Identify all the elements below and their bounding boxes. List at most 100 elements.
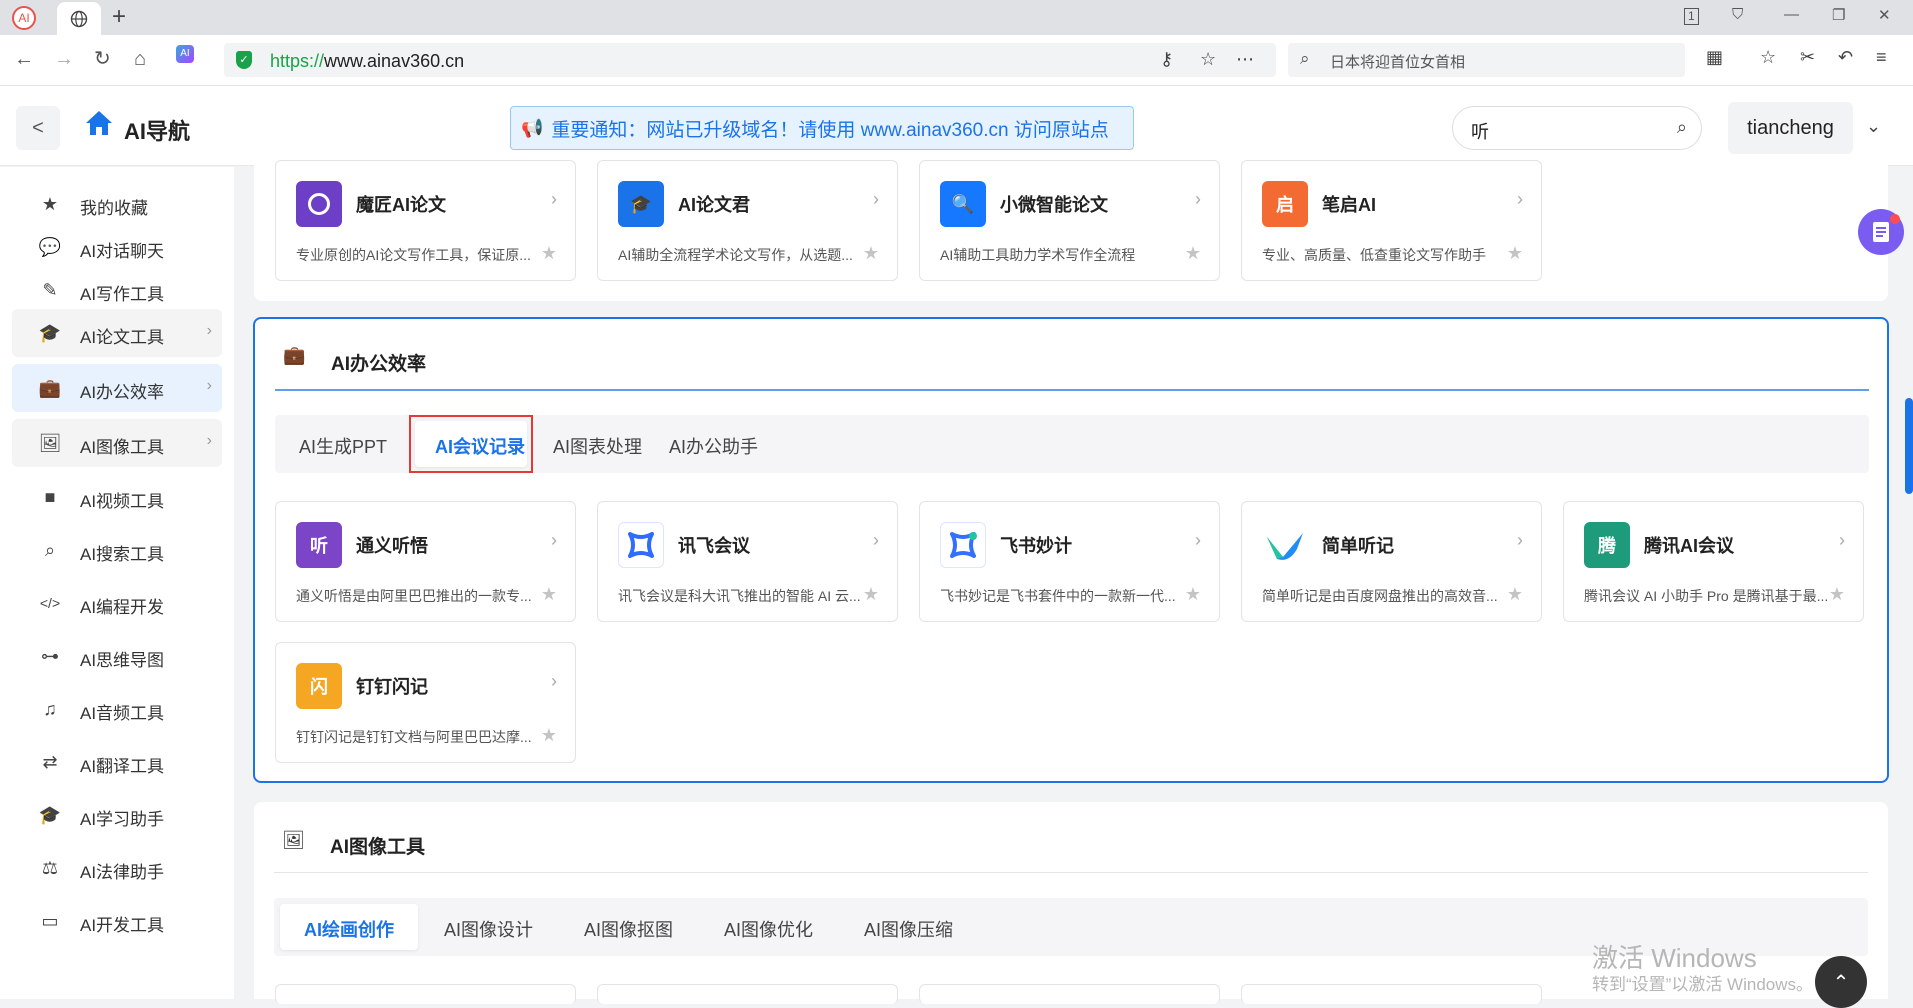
tab-ai-meeting[interactable]: AI会议记录 <box>435 433 525 459</box>
key-icon[interactable]: ⚷ <box>1160 49 1173 70</box>
favorite-star-icon[interactable]: ★ <box>863 584 879 605</box>
tool-name: 笔启AI <box>1322 195 1376 215</box>
menu-icon[interactable]: ≡ <box>1876 47 1887 68</box>
tab-ai-image-design[interactable]: AI图像设计 <box>444 916 533 942</box>
tool-card[interactable]: 🎓 AI论文君 › AI辅助全流程学术论文写作，从选题... ★ <box>597 160 898 281</box>
bookmark-star-icon[interactable]: ☆ <box>1200 49 1216 70</box>
tool-desc: 腾讯会议 AI 小助手 Pro 是腾讯基于最... <box>1584 588 1829 604</box>
tab-ai-compress[interactable]: AI图像压缩 <box>864 916 953 942</box>
tool-card[interactable]: 魔匠AI论文 › 专业原创的AI论文写作工具，保证原... ★ <box>275 160 576 281</box>
tool-card[interactable]: 闪 钉钉闪记 › 钉钉闪记是钉钉文档与阿里巴巴达摩... ★ <box>275 642 576 763</box>
sidebar-item-office[interactable]: 💼 AI办公效率 › <box>12 364 222 412</box>
search-icon: ⌕ <box>44 539 56 560</box>
search-icon[interactable]: ⌕ <box>1677 117 1687 138</box>
tab-ai-chart[interactable]: AI图表处理 <box>553 433 642 459</box>
sidebar-item-audio[interactable]: ♫ AI音频工具 <box>12 685 222 733</box>
browser-search-box[interactable]: ⌕ 日本将迎首位女首相 <box>1288 43 1685 77</box>
tool-name: 通义听悟 <box>356 536 428 556</box>
tool-card[interactable]: 简单听记 › 简单听记是由百度网盘推出的高效音... ★ <box>1241 501 1542 622</box>
tab-ai-painting[interactable]: AI绘画创作 <box>304 916 394 942</box>
undo-icon[interactable]: ↶ <box>1838 47 1853 68</box>
chevron-down-icon[interactable]: ⌄ <box>1866 116 1881 137</box>
chevron-right-icon: › <box>873 530 879 550</box>
forward-arrow-icon[interactable]: → <box>54 48 74 70</box>
tool-name: 小微智能论文 <box>1000 195 1108 215</box>
notice-banner[interactable]: 📢 重要通知：网站已升级域名！请使用 www.ainav360.cn 访问原站点 <box>510 106 1134 150</box>
xunfei-logo-icon <box>628 532 654 558</box>
sidebar-item-translate[interactable]: ⇄ AI翻译工具 <box>12 738 222 786</box>
favorite-star-icon[interactable]: ★ <box>541 243 557 264</box>
tab-ai-cutout[interactable]: AI图像抠图 <box>584 916 673 942</box>
scrollbar-thumb[interactable] <box>1905 398 1913 494</box>
tool-desc: 通义听悟是由阿里巴巴推出的一款专... <box>296 588 532 604</box>
tool-card[interactable]: 启 笔启AI › 专业、高质量、低查重论文写作助手 ★ <box>1241 160 1542 281</box>
sidebar-item-search[interactable]: ⌕ AI搜索工具 <box>12 526 222 574</box>
new-tab-button[interactable]: + <box>112 4 126 30</box>
sidebar-item-paper[interactable]: 🎓 AI论文工具 › <box>12 309 222 357</box>
browser-tab[interactable] <box>57 2 101 35</box>
favorite-star-icon[interactable]: ★ <box>1829 584 1845 605</box>
tool-card[interactable] <box>919 984 1220 1004</box>
sidebar-item-devtools[interactable]: ▭ AI开发工具 <box>12 897 222 945</box>
sidebar-item-learning[interactable]: 🎓 AI学习助手 <box>12 791 222 839</box>
tool-card[interactable]: 飞书妙计 › 飞书妙记是飞书套件中的一款新一代... ★ <box>919 501 1220 622</box>
favorite-star-icon[interactable]: ★ <box>863 243 879 264</box>
ai-extension-icon[interactable]: AI <box>176 45 194 63</box>
back-arrow-icon[interactable]: ← <box>14 48 34 70</box>
scissors-icon[interactable]: ✂ <box>1800 47 1815 68</box>
tab-count-icon[interactable]: 1 <box>1684 8 1699 25</box>
tool-card[interactable] <box>275 984 576 1004</box>
tool-desc: AI辅助工具助力学术写作全流程 <box>940 247 1136 263</box>
tool-logo: 腾 <box>1584 522 1630 568</box>
tool-card[interactable]: 听 通义听悟 › 通义听悟是由阿里巴巴推出的一款专... ★ <box>275 501 576 622</box>
maximize-button[interactable]: ❐ <box>1832 6 1845 24</box>
favorite-star-icon[interactable]: ★ <box>1507 243 1523 264</box>
sidebar-item-label: AI学习助手 <box>80 810 165 829</box>
sidebar-item-video[interactable]: ■ AI视频工具 <box>12 473 222 521</box>
tab-ai-office-assistant[interactable]: AI办公助手 <box>669 433 758 459</box>
tool-card[interactable] <box>1241 984 1542 1004</box>
minimize-button[interactable]: — <box>1784 6 1799 23</box>
back-to-top-button[interactable]: ⌃ <box>1815 956 1867 1008</box>
tab-ai-ppt[interactable]: AI生成PPT <box>299 433 387 459</box>
site-search-input[interactable]: 听 ⌕ <box>1452 106 1702 150</box>
sidebar-item-chat[interactable]: 💬 AI对话聊天 <box>12 223 222 271</box>
graduation-cap-icon: 🎓 <box>38 322 62 343</box>
shirt-icon[interactable]: ⛉ <box>1732 6 1743 23</box>
favorite-star-icon[interactable]: ★ <box>541 725 557 746</box>
tool-card[interactable]: 🔍 小微智能论文 › AI辅助工具助力学术写作全流程 ★ <box>919 160 1220 281</box>
favorite-star-icon[interactable]: ★ <box>1185 584 1201 605</box>
favorites-icon[interactable]: ☆ <box>1760 47 1776 68</box>
tool-card[interactable] <box>597 984 898 1004</box>
tool-card[interactable]: 讯飞会议 › 讯飞会议是科大讯飞推出的智能 AI 云... ★ <box>597 501 898 622</box>
home-icon[interactable]: ⌂ <box>134 48 146 70</box>
chevron-right-icon: › <box>1195 189 1201 209</box>
tool-logo <box>940 522 986 568</box>
sidebar-item-favorites[interactable]: ★ 我的收藏 <box>12 180 222 228</box>
sidebar-item-label: AI对话聊天 <box>80 242 165 261</box>
more-icon[interactable]: ⋯ <box>1236 49 1254 70</box>
tool-card[interactable]: 腾 腾讯AI会议 › 腾讯会议 AI 小助手 Pro 是腾讯基于最... ★ <box>1563 501 1864 622</box>
reload-icon[interactable]: ↻ <box>94 48 111 70</box>
jiandan-logo-icon <box>1267 533 1303 560</box>
favorite-star-icon[interactable]: ★ <box>541 584 557 605</box>
apps-grid-icon[interactable]: ▦ <box>1706 47 1723 68</box>
chevron-right-icon: › <box>206 432 212 449</box>
sidebar-item-coding[interactable]: </> AI编程开发 <box>12 579 222 627</box>
sidebar-item-image[interactable]: 🖼 AI图像工具 › <box>12 419 222 467</box>
user-button[interactable]: tiancheng <box>1728 102 1853 154</box>
favorite-star-icon[interactable]: ★ <box>1185 243 1201 264</box>
office-section: 💼 AI办公效率 AI生成PPT AI会议记录 AI图表处理 AI办公助手 听 … <box>253 317 1889 783</box>
browser-logo-icon[interactable]: AI <box>12 6 36 30</box>
sidebar-item-mindmap[interactable]: ⊶ AI思维导图 <box>12 632 222 680</box>
sidebar-item-legal[interactable]: ⚖ AI法律助手 <box>12 844 222 892</box>
close-button[interactable]: ✕ <box>1878 6 1891 24</box>
address-bar[interactable]: ✓ https://www.ainav360.cn ⚷ ☆ ⋯ <box>224 43 1276 77</box>
collapse-sidebar-button[interactable]: < <box>16 106 60 150</box>
tab-ai-enhance[interactable]: AI图像优化 <box>724 916 813 942</box>
star-icon: ★ <box>41 193 59 214</box>
site-brand[interactable]: AI导航 <box>124 114 190 146</box>
favorite-star-icon[interactable]: ★ <box>1507 584 1523 605</box>
sidebar-item-writing[interactable]: ✎ AI写作工具 <box>12 266 222 314</box>
sidebar-item-label: AI法律助手 <box>80 863 165 882</box>
